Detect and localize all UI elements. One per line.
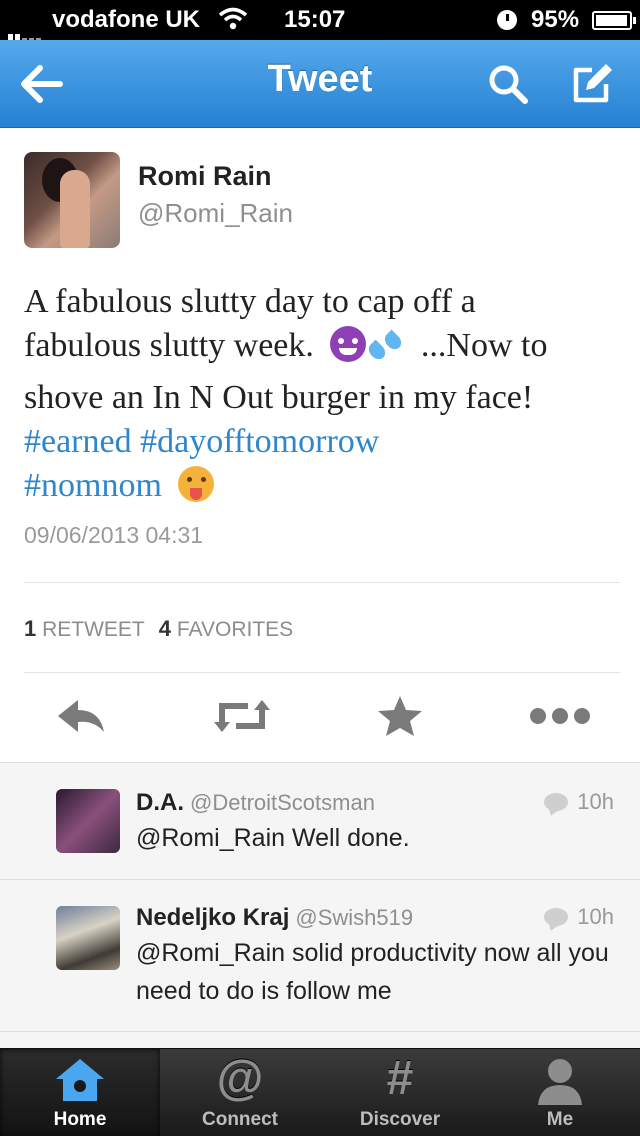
tweet-text-line: shove an In N Out burger in my face! bbox=[24, 379, 534, 416]
tweet-text-line: A fabulous slutty day to cap off a bbox=[24, 283, 476, 320]
conversation-bubble-icon bbox=[544, 793, 568, 811]
tweet-hashtags-line: #earned #dayofftomorrow bbox=[24, 420, 624, 464]
tab-discover-label: Discover bbox=[359, 1109, 441, 1130]
sweat-drops-icon bbox=[366, 326, 405, 363]
wifi-icon bbox=[218, 6, 248, 39]
author-name[interactable]: Romi Rain bbox=[138, 161, 272, 192]
tweet-body: A fabulous slutty day to cap off a fabul… bbox=[24, 280, 624, 508]
hashtag-link[interactable]: #dayofftomorrow bbox=[140, 423, 379, 460]
clock-time: 15:07 bbox=[284, 6, 346, 33]
replies-list: D.A. @DetroitScotsman 10h @Romi_Rain Well… bbox=[0, 762, 640, 1048]
more-dots-icon[interactable] bbox=[530, 694, 590, 738]
reply-text: @Romi_Rain Well done. bbox=[136, 824, 410, 852]
search-icon[interactable] bbox=[486, 62, 530, 106]
tweet-stats: 1 RETWEET 4 FAVORITES bbox=[24, 616, 293, 642]
reply-author-handle: @Swish519 bbox=[295, 905, 414, 930]
reply-author[interactable]: D.A. @DetroitScotsman bbox=[136, 789, 375, 817]
reply-author[interactable]: Nedeljko Kraj @Swish519 bbox=[136, 904, 413, 932]
battery-percentage: 95% bbox=[531, 6, 580, 33]
avatar[interactable] bbox=[56, 906, 120, 970]
tab-connect[interactable]: @ Connect bbox=[160, 1049, 320, 1136]
retweet-icon[interactable] bbox=[212, 694, 270, 738]
divider bbox=[0, 1031, 640, 1032]
tweet-text-segment: ...Now to bbox=[420, 327, 548, 364]
divider bbox=[24, 582, 620, 583]
reply-item[interactable]: Nedeljko Kraj @Swish519 10h @Romi_Rain so… bbox=[0, 880, 640, 1030]
navigation-bar: Tweet bbox=[0, 40, 640, 128]
author-handle[interactable]: @Romi_Rain bbox=[138, 198, 293, 229]
status-bar: vodafone UK 15:07 95% bbox=[0, 0, 640, 42]
conversation-bubble-icon bbox=[544, 908, 568, 926]
carrier-name: vodafone UK bbox=[52, 6, 201, 33]
author-avatar[interactable] bbox=[24, 152, 120, 248]
smiling-devil-icon bbox=[330, 326, 367, 362]
page-title: Tweet bbox=[267, 58, 373, 100]
home-icon bbox=[52, 1055, 108, 1105]
hashtag-icon: # bbox=[386, 1052, 414, 1105]
tab-me-label: Me bbox=[546, 1109, 574, 1130]
retweet-stat[interactable]: 1 RETWEET bbox=[24, 616, 145, 641]
tweet-hashtags-line: #nomnom bbox=[24, 464, 624, 508]
tab-discover[interactable]: # Discover bbox=[320, 1049, 480, 1136]
favorite-star-icon[interactable] bbox=[376, 694, 432, 738]
reply-time: 10h bbox=[577, 904, 614, 929]
tab-home[interactable]: Home bbox=[0, 1049, 160, 1136]
favorite-label: FAVORITES bbox=[176, 618, 294, 641]
tongue-out-face-icon bbox=[178, 466, 215, 502]
divider bbox=[24, 672, 620, 673]
hashtag-link[interactable]: #nomnom bbox=[24, 467, 162, 504]
favorite-stat[interactable]: 4 FAVORITES bbox=[158, 616, 294, 641]
tab-bar: Home @ Connect # Discover Me bbox=[0, 1048, 640, 1136]
tweet-timestamp: 09/06/2013 04:31 bbox=[24, 522, 204, 548]
person-icon bbox=[532, 1055, 588, 1105]
alarm-clock-icon bbox=[497, 10, 517, 30]
reply-text: @Romi_Rain solid productivity now all yo… bbox=[136, 939, 609, 1005]
reply-icon[interactable] bbox=[54, 694, 110, 738]
tab-home-label: Home bbox=[53, 1109, 107, 1130]
reply-author-name: Nedeljko Kraj bbox=[136, 904, 290, 931]
reply-item[interactable]: D.A. @DetroitScotsman 10h @Romi_Rain Well… bbox=[0, 763, 640, 879]
signal-strength-icon bbox=[8, 14, 43, 42]
favorite-count: 4 bbox=[158, 616, 172, 641]
avatar[interactable] bbox=[56, 789, 120, 853]
tab-me[interactable]: Me bbox=[480, 1049, 640, 1136]
compose-tweet-icon[interactable] bbox=[568, 60, 616, 108]
retweet-label: RETWEET bbox=[42, 618, 145, 641]
retweet-count: 1 bbox=[24, 616, 37, 641]
at-sign-icon: @ bbox=[216, 1052, 264, 1105]
tweet-text-line: fabulous slutty week. ...Now to bbox=[24, 324, 624, 368]
reply-author-name: D.A. bbox=[136, 789, 184, 816]
hashtag-link[interactable]: #earned bbox=[24, 423, 132, 460]
tab-connect-label: Connect bbox=[202, 1109, 278, 1130]
tweet-text-segment: fabulous slutty week. bbox=[24, 327, 314, 364]
battery-icon bbox=[592, 11, 636, 30]
reply-author-handle: @DetroitScotsman bbox=[190, 790, 375, 815]
reply-time: 10h bbox=[577, 789, 614, 814]
